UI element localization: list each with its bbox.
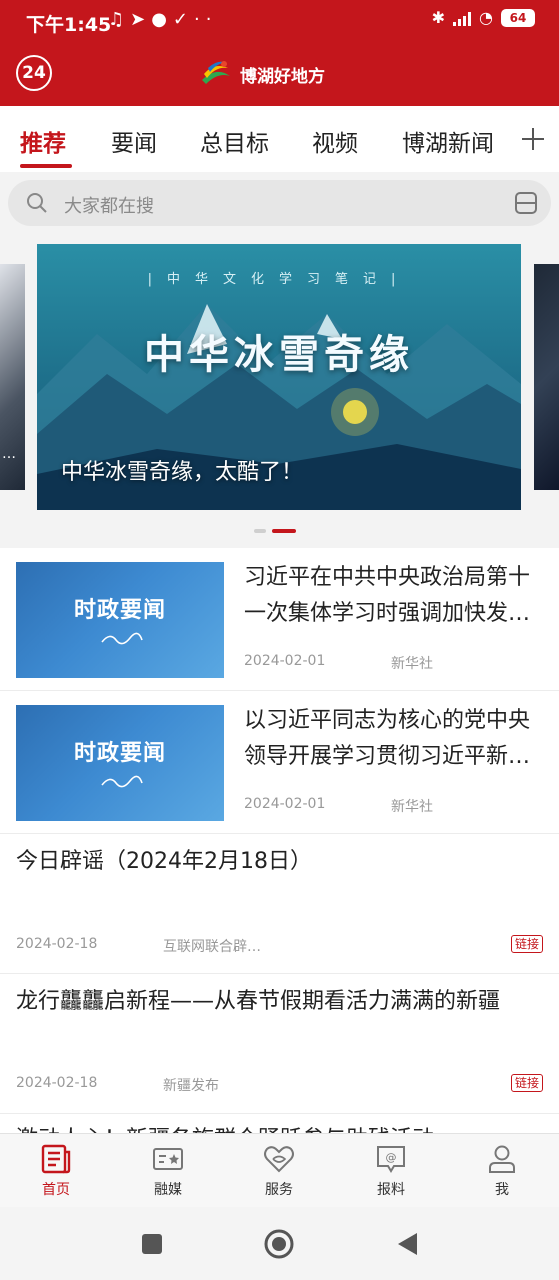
prev-banner-peek[interactable]: … — [0, 264, 25, 490]
banner-subtitle: |中华文化学习笔记| — [147, 272, 411, 287]
ellipsis-glyph: … — [2, 446, 16, 462]
tab-bohu-news[interactable]: 博湖新闻 — [402, 124, 494, 158]
bluetooth-icon: ✱ — [431, 8, 446, 27]
banner-caption: 中华冰雪奇缘，太酷了！ — [61, 460, 304, 485]
heart-service-icon — [264, 1146, 294, 1173]
news-thumbnail: 时政要闻 — [16, 705, 224, 821]
news-thumbnail: 时政要闻 — [16, 562, 224, 678]
app-header: 下午1:45 ♫➤●✓·· ✱ ◔ 64 24 博湖好地方 — [0, 0, 559, 106]
tab-recommend[interactable]: 推荐 — [20, 124, 66, 158]
signature-logo — [101, 775, 143, 788]
signature-logo — [101, 632, 143, 645]
nav-report[interactable]: @ 报料 — [351, 1142, 431, 1199]
carousel-dot — [254, 529, 266, 533]
report-chat-icon: @ — [377, 1146, 405, 1173]
news-title: 今日辟谣（2024年2月18日） — [16, 849, 312, 874]
news-source: 新疆发布 — [163, 1078, 219, 1094]
news-title: 龙行龘龘启新程——从春节假期看活力满满的新疆 — [16, 989, 501, 1014]
news-item[interactable]: 时政要闻 习近平在中共中央政治局第十一次集体学习时强调加快发展新质生产力扎实推进… — [0, 548, 559, 691]
tab-headlines[interactable]: 要闻 — [111, 124, 157, 158]
search-icon — [27, 193, 47, 213]
carousel-indicator — [254, 529, 296, 533]
news-date: 2024-02-01 — [244, 653, 326, 669]
nav-label: 融媒 — [154, 1182, 182, 1198]
next-banner-peek[interactable] — [534, 264, 559, 490]
link-badge: 链接 — [510, 1074, 543, 1092]
news-date: 2024-02-18 — [16, 936, 98, 952]
news-title: 以习近平同志为核心的党中央领导开展学习贯彻习近平新时代中国特色社会主义思想主题教… — [244, 708, 531, 769]
scan-icon[interactable] — [513, 190, 539, 216]
carousel-dot-active — [272, 529, 296, 533]
news-source: 新华社 — [391, 656, 433, 672]
status-bar: 下午1:45 ♫➤●✓·· ✱ ◔ 64 — [0, 0, 559, 42]
news-date: 2024-02-01 — [244, 796, 326, 812]
bottom-navigation: 首页 融媒 服务 @ 报料 我 — [0, 1133, 559, 1207]
system-navigation-bar — [0, 1207, 559, 1280]
status-indicators: ✱ ◔ 64 — [432, 8, 535, 27]
tab-video[interactable]: 视频 — [312, 124, 358, 158]
banner-title: 中华冰雪奇缘 — [144, 331, 414, 378]
home-button[interactable] — [264, 1229, 294, 1259]
news-item[interactable]: 时政要闻 以习近平同志为核心的党中央领导开展学习贯彻习近平新时代中国特色社会主义… — [0, 691, 559, 834]
thumbnail-title: 时政要闻 — [73, 597, 166, 623]
news-item[interactable]: 龙行龘龘启新程——从春节假期看活力满满的新疆 2024-02-18 新疆发布 链… — [0, 974, 559, 1114]
notification-icons: ♫➤●✓·· — [108, 9, 218, 30]
app-logo-icon — [202, 61, 230, 84]
nav-home[interactable]: 首页 — [16, 1142, 96, 1199]
news-item[interactable]: 今日辟谣（2024年2月18日） 2024-02-18 互联网联合辟… 链接 — [0, 834, 559, 974]
circle-icon — [264, 1229, 294, 1259]
back-button[interactable] — [392, 1229, 422, 1259]
recent-apps-button[interactable] — [137, 1229, 167, 1259]
nav-label: 服务 — [265, 1182, 293, 1198]
status-time: 下午1:45 — [26, 14, 112, 36]
tab-overall-goal[interactable]: 总目标 — [200, 124, 269, 158]
active-tab-indicator — [20, 164, 72, 168]
banner-slide[interactable]: |中华文化学习笔记| 中华冰雪奇缘 中华冰雪奇缘，太酷了！ — [37, 244, 521, 510]
news-source: 互联网联合辟… — [163, 939, 261, 955]
search-input[interactable]: 大家都在搜 — [8, 180, 551, 226]
thumbnail-title: 时政要闻 — [73, 740, 166, 766]
nav-service[interactable]: 服务 — [239, 1142, 319, 1199]
nav-label: 报料 — [377, 1182, 405, 1198]
search-banner-section: 大家都在搜 … |中华文化学习笔记| 中华冰雪奇缘 中华冰雪奇缘，太酷了！ — [0, 172, 559, 548]
app-title: 博湖好地方 — [240, 66, 325, 87]
plus-icon — [521, 128, 544, 150]
user-icon — [489, 1145, 515, 1173]
24-hour-news-icon[interactable]: 24 — [16, 55, 52, 91]
nav-label: 我 — [495, 1182, 509, 1198]
news-title: 激动人心！新疆各族群众踊跃参与助残活动 — [16, 1122, 543, 1133]
nav-label: 首页 — [42, 1182, 70, 1198]
app-brand: 博湖好地方 — [198, 56, 325, 92]
nav-media[interactable]: 融媒 — [128, 1142, 208, 1199]
nav-me[interactable]: 我 — [462, 1142, 542, 1199]
news-source: 新华社 — [391, 799, 433, 815]
square-icon — [142, 1234, 162, 1254]
wifi-icon: ◔ — [479, 8, 493, 27]
media-card-icon — [153, 1148, 183, 1170]
category-tabs: 推荐 要闻 总目标 视频 博湖新闻 — [0, 106, 559, 172]
signal-icon — [453, 10, 472, 26]
svg-text:@: @ — [386, 1151, 397, 1164]
news-item[interactable]: 激动人心！新疆各族群众踊跃参与助残活动 — [0, 1114, 559, 1133]
news-paper-icon — [41, 1144, 71, 1174]
link-badge: 链接 — [510, 935, 543, 953]
news-title: 习近平在中共中央政治局第十一次集体学习时强调加快发展新质生产力扎实推进高质量发展 — [244, 565, 531, 626]
triangle-back-icon — [398, 1233, 417, 1255]
search-placeholder: 大家都在搜 — [64, 196, 154, 217]
battery-icon: 64 — [501, 8, 535, 27]
news-date: 2024-02-18 — [16, 1075, 98, 1091]
add-channel-button[interactable] — [506, 106, 559, 172]
